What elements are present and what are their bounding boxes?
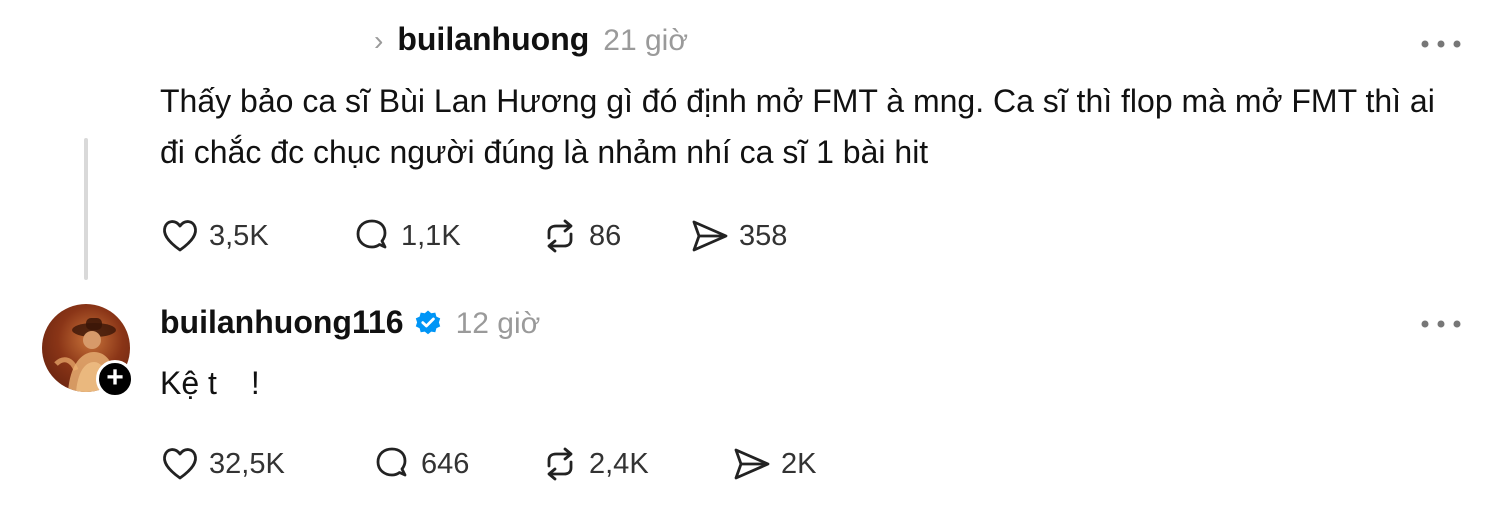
repost-button[interactable]: 2,4K <box>540 442 732 486</box>
thread-post: › builanhuong 21 giờ Thấy bảo ca sĩ Bùi … <box>0 0 1494 290</box>
post-text: Thấy bảo ca sĩ Bùi Lan Hương gì đó định … <box>160 83 1435 170</box>
send-icon <box>692 220 728 252</box>
follow-button[interactable]: + <box>96 360 134 398</box>
post-text-end: ! <box>250 365 260 401</box>
reply-button[interactable]: 646 <box>372 442 540 486</box>
username[interactable]: builanhuong <box>397 23 589 55</box>
repost-button[interactable]: 86 <box>540 214 690 258</box>
heart-icon <box>163 448 197 480</box>
like-button[interactable]: 32,5K <box>160 442 372 486</box>
repost-icon <box>547 219 573 253</box>
username[interactable]: builanhuong116 <box>160 306 404 338</box>
more-horizontal-icon <box>1421 40 1461 48</box>
avatar-container[interactable]: + <box>42 304 134 398</box>
post-header: builanhuong116 12 giờ <box>160 306 540 339</box>
post-timestamp: 21 giờ <box>603 24 689 57</box>
repost-count: 86 <box>589 219 622 252</box>
share-button[interactable]: 358 <box>690 214 787 258</box>
share-button[interactable]: 2K <box>732 442 816 486</box>
heart-icon <box>163 220 197 252</box>
more-horizontal-icon <box>1421 320 1461 328</box>
share-count: 2K <box>781 447 817 480</box>
reply-count: 646 <box>421 447 470 480</box>
reply-count: 1,1K <box>401 219 461 252</box>
more-options-button[interactable] <box>1418 312 1464 336</box>
post-text: Kệ t! <box>160 358 1450 409</box>
share-count: 358 <box>739 219 788 252</box>
like-button[interactable]: 3,5K <box>160 214 352 258</box>
like-count: 3,5K <box>209 219 269 252</box>
comment-bubble-icon <box>356 219 387 249</box>
more-options-button[interactable] <box>1418 32 1464 56</box>
verified-badge-icon <box>415 310 440 334</box>
post-timestamp: 12 giờ <box>455 307 541 340</box>
repost-icon <box>547 447 573 481</box>
like-count: 32,5K <box>209 447 285 480</box>
chevron-right-icon: › <box>374 25 384 56</box>
post-actions: 32,5K 646 2,4K 2K <box>160 442 816 486</box>
comment-bubble-icon <box>376 447 407 477</box>
reply-button[interactable]: 1,1K <box>352 214 540 258</box>
post-header: › builanhuong 21 giờ <box>374 23 688 56</box>
plus-icon: + <box>106 361 124 394</box>
reply-post: + builanhuong116 12 giờ Kệ t! 32,5K 646 … <box>0 290 1494 510</box>
repost-count: 2,4K <box>589 447 649 480</box>
post-actions: 3,5K 1,1K 86 358 <box>160 214 787 258</box>
send-icon <box>734 448 770 480</box>
post-text-start: Kệ t <box>160 365 217 401</box>
